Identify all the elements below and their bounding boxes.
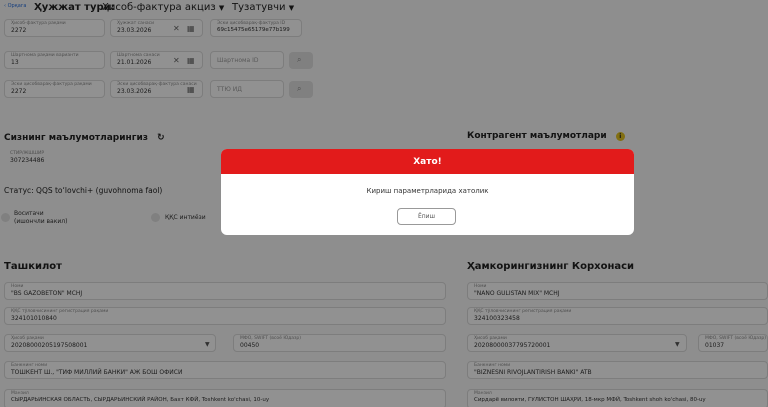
modal-title: Хато! [221, 149, 634, 174]
modal-message: Кириш параметрларида хатолик [366, 187, 489, 195]
close-button[interactable]: Ёпиш [397, 208, 456, 225]
error-modal: Хато! Кириш параметрларида хатолик Ёпиш [221, 149, 634, 235]
page: ‹ Орқага Ҳужжат тури: Ҳисоб-фактура акци… [0, 0, 768, 407]
